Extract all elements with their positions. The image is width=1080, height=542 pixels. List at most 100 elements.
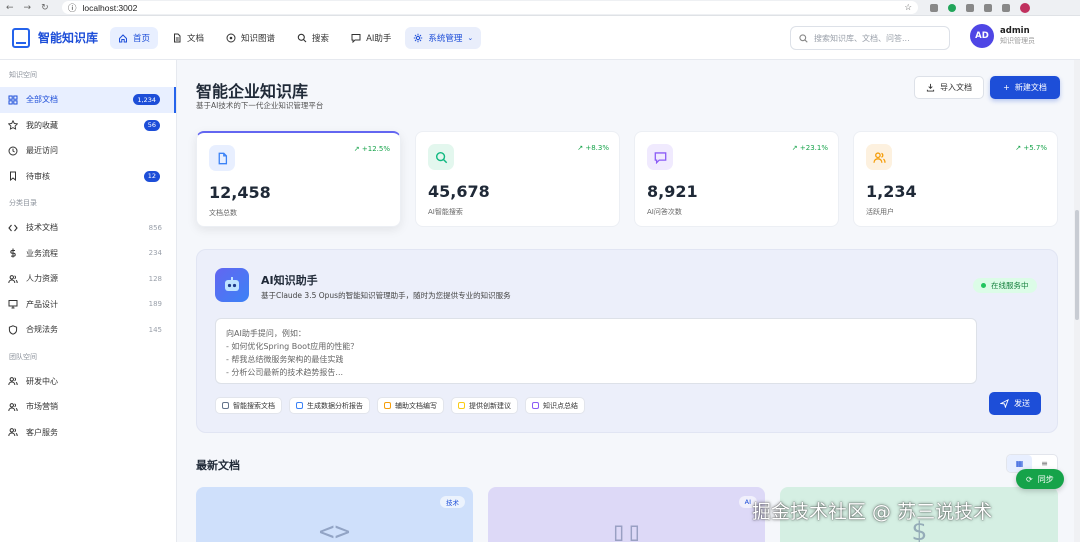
sidebar-item[interactable]: 客户服务 (0, 420, 176, 446)
profile-icon[interactable] (1020, 2, 1030, 13)
trend-badge: ↗ +8.3% (577, 144, 609, 152)
sidebar-item[interactable]: 最近访问 (0, 138, 176, 164)
nav-item[interactable]: AI助手 (343, 27, 399, 49)
sidebar-item[interactable]: 人力资源 128 (0, 266, 176, 292)
extension-icon[interactable] (948, 3, 956, 12)
import-document-button[interactable]: 导入文档 (914, 76, 984, 99)
chip-icon (384, 402, 391, 409)
sidebar-item-label: 最近访问 (26, 146, 58, 156)
user-menu[interactable]: AD admin 知识管理员 (970, 24, 1035, 48)
sidebar: 知识空间 全部文档 1,234 我的收藏 56 最近访问 待审核 12 分类目录 技术文档 856 业… (0, 60, 177, 542)
settings-icon (414, 33, 423, 42)
stat-card[interactable]: ↗ +23.1% 8,921 AI问答次数 (634, 131, 839, 227)
stat-label: 活跃用户 (866, 208, 894, 216)
trend-value: +5.7% (1023, 144, 1047, 152)
nav-item[interactable]: 文档 (164, 27, 212, 49)
url-text: localhost:3002 (82, 2, 138, 13)
scrollbar[interactable] (1074, 60, 1080, 542)
quick-action-chip[interactable]: 提供创新建议 (451, 397, 518, 414)
graph-icon (226, 33, 236, 42)
new-document-button[interactable]: + 新建文档 (990, 76, 1060, 99)
scrollbar-thumb[interactable] (1075, 210, 1079, 320)
stat-card[interactable]: ↗ +5.7% 1,234 活跃用户 (853, 131, 1058, 227)
chat-icon (351, 33, 361, 43)
trend-badge: ↗ +5.7% (1015, 144, 1047, 152)
sidebar-item[interactable]: 产品设计 189 (0, 292, 176, 318)
sidebar-item-label: 全部文档 (26, 95, 58, 105)
chip-label: 生成数据分析报告 (307, 401, 363, 410)
sidebar-item[interactable]: 全部文档 1,234 (0, 87, 176, 113)
trend-up-icon: ↗ (791, 144, 800, 152)
document-card[interactable]: AI ▯▯ (488, 487, 765, 542)
sync-button[interactable]: ⟳ 同步 (1016, 469, 1064, 489)
chip-label: 智能搜索文档 (233, 401, 275, 410)
extension-icon[interactable] (930, 3, 938, 12)
browser-toolbar: ← → ↻ ⓘ localhost:3002 ☆ (0, 0, 1080, 16)
count-badge: 12 (143, 170, 160, 182)
sidebar-item[interactable]: 待审核 12 (0, 164, 176, 190)
trend-badge: ↗ +12.5% (354, 145, 390, 153)
team-icon (8, 402, 18, 411)
ai-subtitle: 基于Claude 3.5 Opus的智能知识管理助手，随时为您提供专业的知识服务 (261, 291, 511, 300)
quick-action-chip[interactable]: 生成数据分析报告 (289, 397, 370, 414)
sidebar-item[interactable]: 我的收藏 56 (0, 113, 176, 139)
quick-action-chip[interactable]: 知识点总结 (525, 397, 585, 414)
sidebar-item-label: 待审核 (26, 171, 50, 181)
sidebar-section-title: 分类目录 (9, 199, 37, 207)
search-placeholder: 搜索知识库、文档、问答... (814, 33, 910, 43)
item-count: 128 (148, 274, 162, 283)
app-name: 智能知识库 (38, 31, 99, 45)
shield-icon (8, 325, 18, 335)
bookmark-star-icon[interactable]: ☆ (904, 2, 912, 13)
search-input[interactable]: 搜索知识库、文档、问答... (790, 26, 950, 50)
quick-action-chip[interactable]: 智能搜索文档 (215, 397, 282, 414)
document-type-icon: <> (318, 517, 351, 542)
document-card[interactable]: 技术 <> (196, 487, 473, 542)
item-count: 189 (148, 300, 162, 309)
address-bar[interactable]: ⓘ localhost:3002 ☆ (62, 1, 918, 14)
puzzle-icon[interactable] (984, 3, 992, 12)
stat-card[interactable]: ↗ +12.5% 12,458 文档总数 (196, 131, 401, 227)
nav-item[interactable]: 搜索 (289, 27, 337, 49)
sync-label: 同步 (1037, 474, 1054, 484)
stat-value: 1,234 (866, 182, 917, 201)
chat-icon (654, 151, 666, 164)
sidebar-item[interactable]: 研发中心 (0, 369, 176, 395)
back-icon[interactable]: ← (6, 3, 14, 13)
sidebar-item[interactable]: 合规法务 145 (0, 317, 176, 343)
download-icon[interactable] (1002, 3, 1010, 12)
ai-question-input[interactable]: 向AI助手提问，例如： - 如何优化Spring Boot应用的性能？ - 帮我… (215, 318, 977, 384)
quick-action-chip[interactable]: 辅助文档编写 (377, 397, 444, 414)
new-label: 新建文档 (1014, 83, 1047, 92)
stat-card[interactable]: ↗ +8.3% 45,678 AI智能搜索 (415, 131, 620, 227)
nav-item[interactable]: 首页 (110, 26, 159, 49)
document-icon (174, 33, 181, 42)
team-icon (8, 377, 18, 386)
clock-icon (8, 146, 18, 156)
nav-item-label: AI助手 (366, 33, 392, 44)
send-button[interactable]: 发送 (989, 392, 1041, 415)
nav-item[interactable]: 系统管理 ⌄ (405, 26, 482, 49)
nav-item[interactable]: 知识图谱 (218, 27, 283, 49)
users-icon (872, 151, 886, 163)
app-logo[interactable]: 智能知识库 (0, 27, 108, 48)
sidebar-item-label: 我的收藏 (26, 120, 58, 130)
reload-icon[interactable]: ↻ (41, 3, 49, 13)
category-tag: 技术 (440, 496, 465, 508)
info-icon[interactable]: ⓘ (68, 2, 77, 14)
page-subtitle: 基于AI技术的下一代企业知识管理平台 (196, 101, 324, 110)
sidebar-item[interactable]: 业务流程 234 (0, 241, 176, 267)
search-icon (297, 33, 307, 42)
stat-icon-box (866, 144, 892, 170)
sidebar-item[interactable]: 市场营销 (0, 394, 176, 420)
avatar: AD (970, 24, 994, 48)
forward-icon[interactable]: → (24, 3, 32, 13)
sidebar-item[interactable]: 技术文档 856 (0, 215, 176, 241)
chip-label: 提供创新建议 (469, 401, 511, 410)
nav-item-label: 知识图谱 (241, 33, 276, 44)
sidebar-item-label: 技术文档 (26, 223, 58, 233)
trend-value: +12.5% (361, 145, 390, 153)
sidebar-item-label: 市场营销 (26, 402, 58, 412)
stat-label: AI智能搜索 (428, 208, 463, 216)
extension-icon[interactable] (966, 3, 974, 12)
